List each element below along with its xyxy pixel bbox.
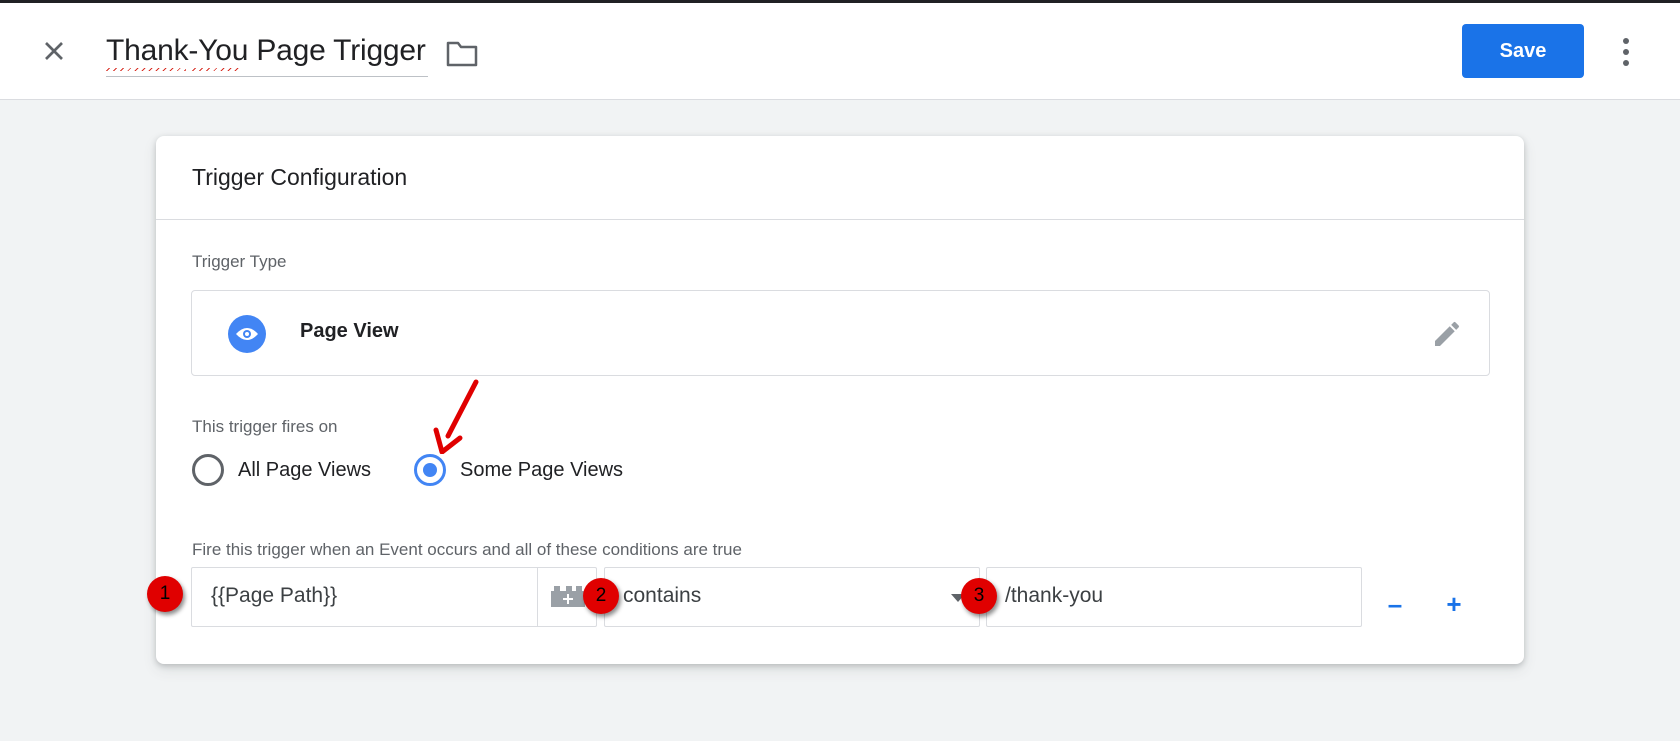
spellcheck-underline	[106, 68, 186, 71]
annotation-arrow	[433, 379, 479, 454]
more-vert-icon	[1623, 38, 1629, 66]
condition-operator: contains	[623, 584, 702, 607]
save-button[interactable]: Save	[1462, 24, 1584, 78]
remove-condition-button[interactable]: –	[1379, 588, 1411, 620]
annotation-badge-2: 2	[583, 578, 619, 614]
radio-label: All Page Views	[238, 458, 372, 481]
spellcheck-underline	[192, 68, 240, 71]
fires-on-label: This trigger fires on	[192, 417, 338, 436]
trigger-name-field[interactable]: Thank-You Page Trigger	[106, 29, 428, 77]
trigger-type-label: Trigger Type	[192, 252, 287, 271]
pencil-icon	[1435, 321, 1460, 346]
editor-header: Thank-You Page Trigger Save	[0, 3, 1680, 100]
eye-icon-badge	[228, 315, 266, 353]
variable-icon	[551, 586, 585, 607]
folder-icon	[446, 41, 478, 67]
annotation-badge-3: 3	[961, 578, 997, 614]
trigger-configuration-card: Trigger Configuration Trigger Type Page …	[156, 136, 1524, 664]
radio-some-page-views[interactable]: Some Page Views	[414, 454, 623, 486]
close-button[interactable]	[38, 35, 70, 67]
condition-operator-select[interactable]: contains	[604, 567, 980, 627]
condition-variable-field[interactable]: {{Page Path}}	[191, 567, 597, 627]
folder-button[interactable]	[446, 39, 478, 67]
trigger-type-name: Page View	[300, 320, 399, 342]
condition-value: /thank-you	[1005, 584, 1104, 607]
radio-all-page-views[interactable]: All Page Views	[192, 454, 371, 486]
close-icon	[45, 42, 63, 60]
condition-value-input[interactable]: /thank-you	[986, 567, 1362, 627]
eye-icon	[236, 328, 258, 340]
radio-button-selected[interactable]	[414, 454, 446, 486]
card-header: Trigger Configuration	[156, 136, 1524, 220]
card-title: Trigger Configuration	[192, 164, 408, 190]
add-condition-button[interactable]: +	[1438, 588, 1470, 620]
condition-variable: {{Page Path}}	[211, 584, 338, 607]
annotation-badge-1: 1	[147, 576, 183, 612]
radio-button[interactable]	[192, 454, 224, 486]
trigger-type-selector[interactable]: Page View	[191, 290, 1490, 376]
edit-trigger-type-button[interactable]	[1431, 318, 1463, 350]
condition-label: Fire this trigger when an Event occurs a…	[192, 540, 742, 559]
more-options-button[interactable]	[1612, 35, 1640, 69]
radio-label: Some Page Views	[460, 458, 624, 481]
trigger-name: Thank-You Page Trigger	[106, 34, 426, 67]
